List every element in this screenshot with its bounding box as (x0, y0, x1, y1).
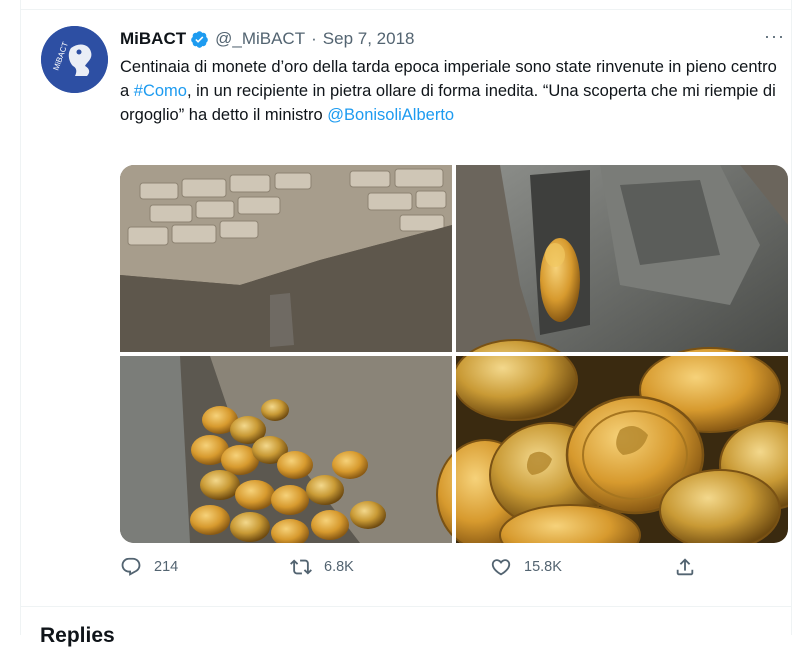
heart-icon (491, 559, 511, 576)
tweet-actions: 214 6.8K 15.8K (120, 556, 700, 580)
like-count: 15.8K (524, 559, 562, 575)
coins-in-vessel-photo[interactable] (120, 356, 452, 543)
mention-link[interactable]: @BonisoliAlberto (327, 106, 454, 124)
author-handle[interactable]: @_MiBACT (215, 29, 305, 49)
like-button[interactable]: 15.8K (490, 556, 562, 578)
tweet-date[interactable]: Sep 7, 2018 (323, 29, 415, 49)
media-grid (120, 165, 788, 543)
tweet-text: Centinaia di monete d’oro della tarda ep… (120, 55, 780, 127)
verified-badge-icon (191, 30, 208, 48)
gold-coins-closeup-photo[interactable] (436, 339, 788, 543)
more-options-icon[interactable]: ··· (764, 26, 785, 47)
share-icon (676, 558, 694, 576)
reply-button[interactable]: 214 (120, 556, 178, 578)
replies-divider (20, 606, 791, 607)
tweet-header: MiBACT @_MiBACT · Sep 7, 2018 (120, 27, 414, 51)
stone-vessel-photo[interactable] (456, 165, 788, 352)
replies-heading: Replies (40, 624, 115, 647)
author-name[interactable]: MiBACT (120, 29, 186, 49)
timeline-right-border (791, 0, 792, 635)
retweet-button[interactable]: 6.8K (290, 556, 354, 578)
excavation-photo[interactable] (120, 165, 452, 352)
retweet-count: 6.8K (324, 559, 354, 575)
reply-icon (121, 557, 141, 576)
header-separator: · (311, 29, 317, 48)
avatar[interactable]: MiBACT (41, 26, 108, 93)
hashtag-link[interactable]: #Como (134, 82, 187, 100)
tweet[interactable]: MiBACT MiBACT @_MiBACT · Sep 7, 2018 ···… (20, 10, 791, 606)
share-button[interactable] (674, 556, 708, 578)
reply-count: 214 (154, 559, 179, 575)
retweet-icon (290, 559, 312, 575)
